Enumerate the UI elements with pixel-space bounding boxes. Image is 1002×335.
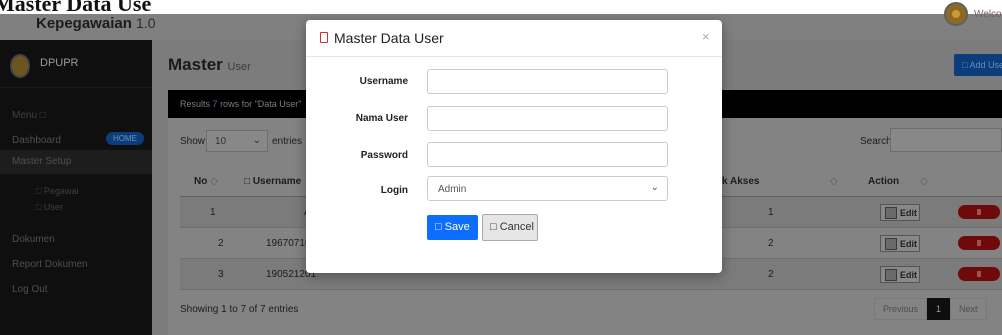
login-select[interactable]: Admin ⌄	[427, 176, 668, 201]
app-brand[interactable]: Kepegawaian 1.0	[36, 15, 156, 32]
sort-icon: ◇	[920, 176, 928, 187]
cancel-button[interactable]: □ Cancel	[482, 214, 538, 241]
save-button[interactable]: □ Save	[427, 215, 478, 240]
document-icon	[320, 32, 328, 43]
brand-version: 1.0	[136, 15, 156, 31]
close-icon[interactable]: ×	[702, 29, 710, 44]
nama-user-input[interactable]	[427, 106, 668, 131]
nama-user-label: Nama User	[355, 113, 408, 124]
results-prefix: Results	[180, 99, 211, 109]
edit-label: Edit	[900, 207, 917, 218]
page-title-text: Master	[168, 55, 223, 74]
pencil-icon	[885, 268, 897, 281]
edit-button[interactable]: Edit	[880, 235, 920, 252]
page-heading: Master Data Use	[0, 0, 1002, 14]
login-label: Login	[380, 185, 408, 196]
pager-page-1[interactable]: 1	[927, 298, 951, 320]
page-heading-text: Master Data Use	[0, 0, 152, 14]
brand-name: Kepegawaian	[36, 15, 132, 32]
entries-length-select[interactable]: 10 ⌄	[206, 130, 268, 152]
cell-akses: 1	[768, 207, 774, 218]
search-input[interactable]	[890, 128, 1002, 152]
password-input[interactable]	[427, 142, 668, 167]
th-akses[interactable]: k Akses	[722, 176, 759, 187]
username-input[interactable]	[427, 69, 668, 94]
entries-label: entries	[272, 136, 303, 147]
delete-button[interactable]	[958, 205, 1000, 219]
sort-icon: ◇	[830, 176, 838, 187]
entries-length-value: 10	[215, 136, 227, 147]
password-label: Password	[360, 150, 408, 161]
pencil-icon	[885, 206, 897, 219]
user-modal: Master Data User × Username Nama User Pa…	[306, 20, 722, 273]
results-suffix: rows for "Data User"	[220, 99, 302, 109]
login-select-value: Admin	[438, 184, 467, 195]
cell-username: 19670716	[266, 238, 311, 249]
add-user-button[interactable]: □ Add Use	[954, 54, 1002, 76]
edit-button[interactable]: Edit	[880, 266, 920, 283]
cell-akses: 2	[768, 269, 774, 280]
table-info: Showing 1 to 7 of 7 entries	[180, 304, 299, 315]
sidebar-subitem-pegawai[interactable]: □ Pegawai	[36, 186, 78, 196]
edit-button[interactable]: Edit	[880, 204, 920, 221]
modal-header: Master Data User ×	[306, 20, 722, 57]
sort-icon: ◇	[210, 176, 218, 187]
pager-previous[interactable]: Previous	[874, 298, 928, 320]
welcome-text: Welcom	[974, 8, 1002, 20]
user-menu[interactable]: Welcom	[944, 2, 1002, 26]
pencil-icon	[885, 237, 897, 250]
delete-button[interactable]	[958, 236, 1000, 250]
sidebar-item-dashboard[interactable]: Dashboard	[12, 135, 61, 146]
sidebar-item-logout[interactable]: Log Out	[12, 284, 48, 295]
th-username[interactable]: □ Username	[244, 176, 301, 187]
edit-label: Edit	[900, 269, 917, 280]
show-label: Show	[180, 136, 206, 147]
pagination: Previous 1 Next	[874, 298, 987, 320]
page-title: Master User	[168, 55, 251, 75]
sidebar: DPUPR Menu □ Dashboard HOME Master Setup…	[0, 40, 152, 335]
cell-no: 3	[218, 269, 224, 280]
delete-button[interactable]	[958, 267, 1000, 281]
edit-label: Edit	[900, 238, 917, 249]
sidebar-item-dokumen[interactable]: Dokumen	[12, 234, 55, 245]
sidebar-subitem-user[interactable]: □ User	[36, 202, 63, 212]
chevron-down-icon: ⌄	[650, 182, 659, 193]
sidebar-header: DPUPR	[0, 40, 152, 88]
chevron-down-icon: ⌄	[252, 135, 261, 146]
sidebar-item-report-dokumen[interactable]: Report Dokumen	[12, 259, 88, 270]
menu-title: Menu □	[12, 110, 46, 121]
cell-no: 1	[210, 207, 216, 218]
avatar	[944, 2, 968, 26]
pager-next[interactable]: Next	[950, 298, 987, 320]
page-subtitle: User	[227, 61, 251, 73]
sidebar-item-label: Master Setup	[12, 156, 72, 167]
cell-no: 2	[218, 238, 224, 249]
th-no[interactable]: No ◇	[194, 176, 218, 187]
results-count: 7	[212, 99, 218, 109]
modal-title: Master Data User	[334, 30, 444, 46]
th-action[interactable]: Action	[868, 176, 899, 187]
cell-akses: 2	[768, 238, 774, 249]
username-label: Username	[359, 76, 408, 87]
sidebar-item-master-setup[interactable]: Master Setup	[0, 150, 152, 174]
home-badge: HOME	[106, 132, 144, 145]
org-logo-icon	[10, 54, 30, 78]
org-name: DPUPR	[40, 57, 79, 69]
